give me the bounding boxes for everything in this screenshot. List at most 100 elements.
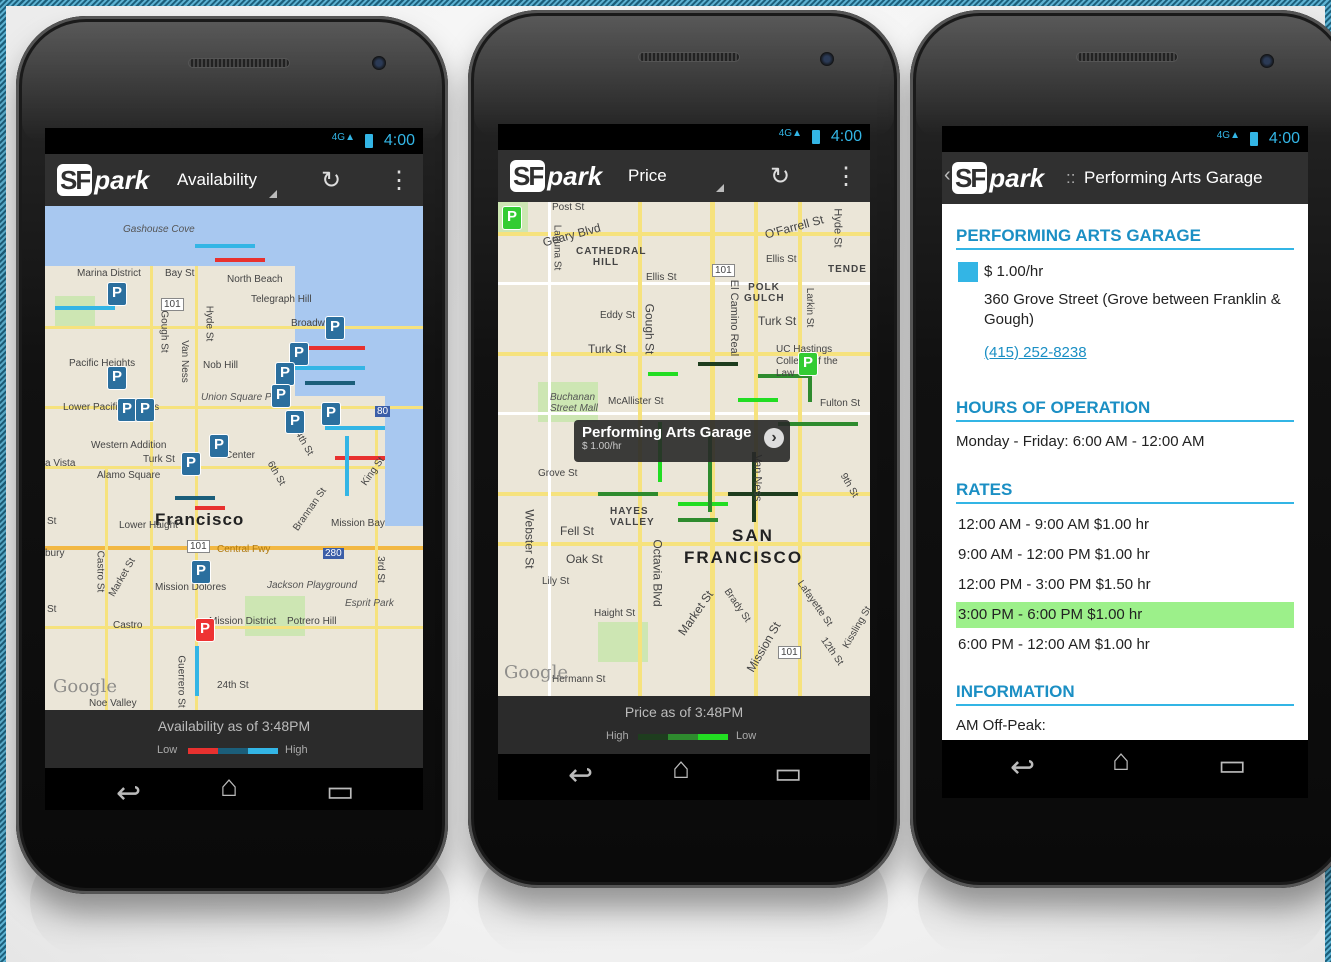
up-caret-icon[interactable]: ‹ — [944, 164, 951, 187]
map-label: Gough St — [158, 310, 170, 353]
parking-pin[interactable]: P — [502, 206, 522, 230]
hours-of-operation: Monday - Friday: 6:00 AM - 12:00 AM — [956, 433, 1205, 450]
status-bar: 4G▲ 4:00 — [942, 126, 1308, 152]
road — [105, 466, 108, 710]
home-icon[interactable]: ⌂ — [672, 752, 690, 786]
map-label: Laguna St — [551, 224, 563, 271]
map-label: Grove St — [538, 468, 578, 479]
map-label: El Camino Real — [728, 279, 741, 357]
map-label: Octavia Blvd — [650, 539, 665, 607]
map-label: Fulton St — [820, 398, 861, 409]
price-segment — [678, 518, 718, 522]
parking-pin[interactable]: P — [117, 398, 137, 422]
refresh-icon[interactable]: ↻ — [321, 166, 341, 195]
section-heading-hours: HOURS OF OPERATION — [956, 398, 1294, 422]
action-bar: SF park Price ↻ ⋮ — [498, 150, 870, 202]
callout-price: $ 1.00/hr — [582, 441, 622, 452]
availability-segment — [325, 426, 385, 430]
road — [195, 266, 198, 710]
parking-pin[interactable]: P — [271, 384, 291, 408]
home-icon[interactable]: ⌂ — [220, 770, 238, 804]
parking-availability-map[interactable]: Gashouse Cove Marina District Bay St Nor… — [45, 206, 423, 710]
map-label: Hyde St — [203, 305, 215, 342]
sfpark-logo[interactable]: SF park — [510, 159, 602, 193]
highway-shield: 101 — [187, 540, 210, 553]
view-selector-price[interactable]: Price — [628, 166, 667, 186]
parking-pin[interactable]: P — [191, 560, 211, 584]
garage-details: PERFORMING ARTS GARAGE $ 1.00/hr 360 Gro… — [942, 204, 1308, 740]
parking-pin[interactable]: P — [135, 398, 155, 422]
parking-pin[interactable]: P — [325, 316, 345, 340]
chevron-right-icon[interactable]: › — [764, 428, 784, 448]
logo-sf: SF — [510, 160, 546, 192]
parking-pin[interactable]: P — [107, 366, 127, 390]
road — [45, 466, 385, 469]
legend-swatch — [698, 734, 728, 740]
price-legend-bar — [638, 734, 728, 740]
parking-pin-selected[interactable]: P — [798, 352, 818, 376]
recent-apps-icon[interactable]: ▭ — [1218, 748, 1246, 783]
parking-price-map[interactable]: Post St Geary Blvd O'Farrell St Hyde St … — [498, 202, 870, 696]
map-label: Turk St — [588, 342, 627, 356]
home-icon[interactable]: ⌂ — [1112, 744, 1130, 778]
parking-pin[interactable]: P — [285, 410, 305, 434]
road — [150, 266, 153, 710]
status-bar: 4G▲ 4:00 — [45, 128, 423, 154]
price-segment — [778, 422, 858, 426]
availability-segment — [345, 436, 349, 496]
status-time: 4:00 — [383, 132, 415, 149]
map-label: Ellis St — [766, 254, 797, 265]
refresh-icon[interactable]: ↻ — [770, 162, 790, 191]
garage-title: Performing Arts Garage — [1084, 168, 1263, 187]
back-icon[interactable]: ↩ — [568, 758, 593, 793]
view-selector-availability[interactable]: Availability — [177, 170, 257, 190]
map-label: King St — [359, 455, 387, 488]
garage-phone-link[interactable]: (415) 252-8238 — [984, 344, 1087, 361]
battery-icon — [1250, 132, 1258, 146]
information-text: AM Off-Peak: — [956, 717, 1046, 734]
recent-apps-icon[interactable]: ▭ — [326, 774, 354, 809]
availability-timestamp: Availability as of 3:48PM — [157, 718, 311, 734]
legend-high-label: High — [285, 744, 308, 756]
price-segment — [738, 398, 778, 402]
map-label: 12th St — [818, 635, 846, 668]
parking-pin[interactable]: P — [107, 282, 127, 306]
parking-pin-selected[interactable]: P — [195, 618, 215, 642]
rate-row-current: 3:00 PM - 6:00 PM $1.00 hr — [956, 602, 1294, 628]
highway-shield: 80 — [375, 406, 391, 417]
section-heading-garage: PERFORMING ARTS GARAGE — [956, 226, 1294, 250]
map-label: Nob Hill — [203, 360, 239, 371]
map-label: bury — [45, 548, 65, 559]
garage-callout[interactable]: Performing Arts Garage $ 1.00/hr › — [574, 420, 790, 462]
map-label: Haight St — [594, 608, 636, 619]
phone-gloss — [22, 22, 442, 142]
back-icon[interactable]: ↩ — [116, 776, 141, 811]
spinner-arrow-icon — [716, 184, 724, 192]
price-segment — [598, 492, 658, 496]
logo-park: park — [94, 164, 150, 195]
recent-apps-icon[interactable]: ▭ — [774, 756, 802, 791]
legend-swatch — [248, 748, 278, 754]
sfpark-logo[interactable]: SF park — [952, 161, 1044, 195]
parking-pin[interactable]: P — [209, 434, 229, 458]
availability-segment — [215, 258, 265, 262]
map-label: Jackson Playground — [267, 580, 358, 591]
back-icon[interactable]: ↩ — [1010, 750, 1035, 785]
map-label: Castro — [113, 620, 143, 631]
phone-gloss — [916, 16, 1331, 136]
map-label: Turk St — [143, 454, 175, 465]
map-label: Eddy St — [600, 310, 636, 321]
parking-pin[interactable]: P — [275, 362, 295, 386]
battery-icon — [365, 134, 373, 148]
availability-segment — [55, 306, 115, 310]
overflow-menu-icon[interactable]: ⋮ — [834, 162, 858, 191]
map-label-district: TENDE — [828, 264, 867, 275]
overflow-menu-icon[interactable]: ⋮ — [387, 166, 411, 195]
map-label: Alamo Square — [97, 470, 161, 481]
parking-pin[interactable]: P — [181, 452, 201, 476]
map-label: Castro St — [94, 550, 106, 593]
parking-pin[interactable]: P — [321, 402, 341, 426]
road — [45, 326, 423, 329]
sfpark-logo[interactable]: SF park — [57, 163, 149, 197]
map-label-district: CATHEDRAL HILL — [576, 246, 647, 268]
